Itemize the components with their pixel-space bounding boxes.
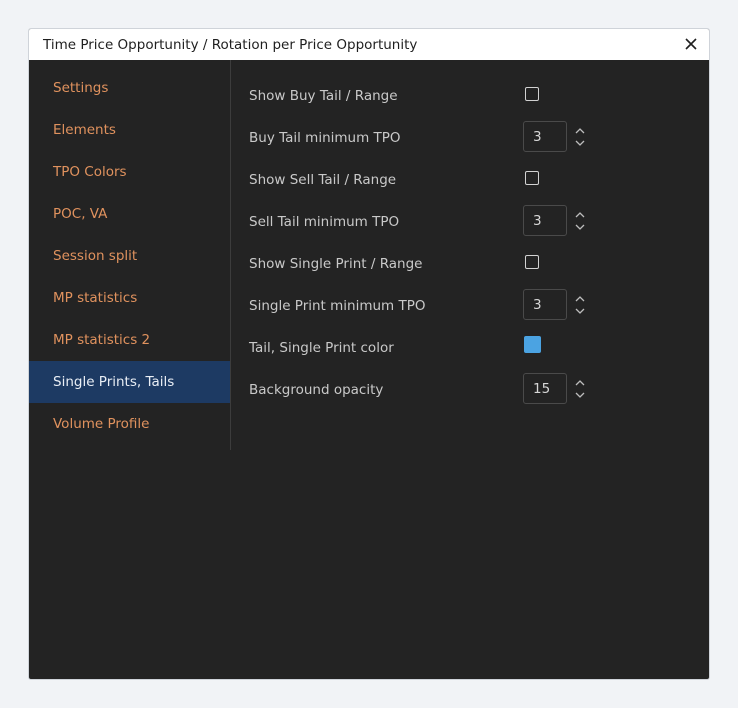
sidebar-item-tpo-colors[interactable]: TPO Colors	[29, 151, 230, 193]
sidebar-item-label: Single Prints, Tails	[53, 374, 175, 390]
show-sell-tail-checkbox[interactable]	[525, 171, 539, 185]
dialog-titlebar: Time Price Opportunity / Rotation per Pr…	[29, 29, 709, 60]
tail-color-label: Tail, Single Print color	[249, 340, 394, 356]
sidebar-item-mp-statistics-2[interactable]: MP statistics 2	[29, 319, 230, 361]
sidebar-item-label: Settings	[53, 80, 109, 96]
sidebar-item-label: MP statistics 2	[53, 332, 151, 348]
sidebar-item-session-split[interactable]: Session split	[29, 235, 230, 277]
show-buy-tail-checkbox[interactable]	[525, 87, 539, 101]
sidebar-item-elements[interactable]: Elements	[29, 109, 230, 151]
single-print-min-label: Single Print minimum TPO	[249, 298, 426, 314]
dialog-title: Time Price Opportunity / Rotation per Pr…	[43, 37, 418, 53]
single-print-min-stepper-icon[interactable]	[574, 294, 586, 316]
sidebar-item-label: Elements	[53, 122, 116, 138]
show-buy-tail-label: Show Buy Tail / Range	[249, 88, 398, 104]
sidebar-item-label: MP statistics	[53, 290, 138, 306]
sell-tail-min-stepper-icon[interactable]	[574, 210, 586, 232]
sidebar-item-single-prints-tails[interactable]: Single Prints, Tails	[29, 361, 230, 403]
bg-opacity-input[interactable]	[523, 373, 567, 404]
bg-opacity-stepper-icon[interactable]	[574, 378, 586, 400]
sidebar-item-poc-va[interactable]: POC, VA	[29, 193, 230, 235]
sidebar-item-label: TPO Colors	[53, 164, 127, 180]
buy-tail-min-label: Buy Tail minimum TPO	[249, 130, 401, 146]
close-button[interactable]	[681, 34, 701, 54]
bg-opacity-label: Background opacity	[249, 382, 384, 398]
settings-dialog: Time Price Opportunity / Rotation per Pr…	[28, 28, 710, 680]
sidebar-item-settings[interactable]: Settings	[29, 67, 230, 109]
buy-tail-min-stepper-icon[interactable]	[574, 126, 586, 148]
close-icon	[685, 38, 697, 50]
sidebar-nav: Settings Elements TPO Colors POC, VA Ses…	[29, 60, 231, 450]
buy-tail-min-input[interactable]	[523, 121, 567, 152]
sidebar-item-label: Session split	[53, 248, 138, 264]
show-single-print-checkbox[interactable]	[525, 255, 539, 269]
show-single-print-label: Show Single Print / Range	[249, 256, 423, 272]
sidebar-item-label: Volume Profile	[53, 416, 150, 432]
sell-tail-min-label: Sell Tail minimum TPO	[249, 214, 400, 230]
sidebar-item-mp-statistics[interactable]: MP statistics	[29, 277, 230, 319]
show-sell-tail-label: Show Sell Tail / Range	[249, 172, 397, 188]
sidebar-item-label: POC, VA	[53, 206, 108, 222]
sidebar-item-volume-profile[interactable]: Volume Profile	[29, 403, 230, 445]
single-print-min-input[interactable]	[523, 289, 567, 320]
sell-tail-min-input[interactable]	[523, 205, 567, 236]
tail-color-swatch[interactable]	[524, 336, 541, 353]
